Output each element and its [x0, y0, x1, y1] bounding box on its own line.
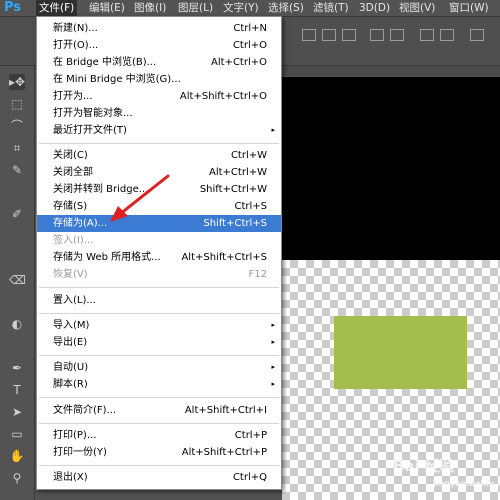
menu-item-file-info[interactable]: 文件简介(F)... Alt+Shift+Ctrl+I — [37, 402, 281, 419]
align-middle-icon[interactable] — [322, 29, 336, 41]
menu-item-import[interactable]: 导入(M) ▸ — [37, 317, 281, 334]
eraser-tool-icon[interactable]: ⌫ — [9, 272, 26, 288]
menu-separator — [39, 143, 279, 144]
menu-window[interactable]: 窗口(W) — [446, 0, 492, 16]
file-menu-dropdown: 新建(N)... Ctrl+N 打开(O)... Ctrl+O 在 Bridge 中… — [36, 16, 282, 490]
menu-item-save-for-web[interactable]: 存储为 Web 所用格式... Alt+Shift+Ctrl+S — [37, 249, 281, 266]
menu-image[interactable]: 图像(I) — [131, 0, 169, 16]
align-top-icon[interactable] — [302, 29, 316, 41]
menu-select[interactable]: 选择(S) — [265, 0, 307, 16]
marquee-tool-icon[interactable]: ⬚ — [9, 96, 25, 112]
menu-item-automate[interactable]: 自动(U) ▸ — [37, 359, 281, 376]
brush-tool-icon[interactable]: ✐ — [9, 206, 25, 222]
menu-layer[interactable]: 图层(L) — [175, 0, 216, 16]
menu-item-browse-bridge[interactable]: 在 Bridge 中浏览(B)... Alt+Ctrl+O — [37, 54, 281, 71]
watermark-subtext: jingyan.baidu.com — [433, 479, 500, 488]
eyedropper-tool-icon[interactable]: ✎ — [9, 162, 25, 178]
canvas-black-area[interactable] — [282, 77, 500, 260]
menu-item-revert: 恢复(V) F12 — [53, 269, 267, 280]
submenu-arrow-icon: ▸ — [271, 363, 275, 371]
menu-item-print[interactable]: 打印(P)... Ctrl+P — [37, 427, 281, 444]
submenu-arrow-icon: ▸ — [271, 321, 275, 329]
lasso-tool-icon[interactable]: ⌒ — [9, 118, 25, 134]
menu-separator — [39, 397, 279, 398]
menu-separator — [39, 287, 279, 288]
move-tool-icon[interactable]: ▸✥ — [9, 74, 25, 90]
menu-item-close-go-bridge[interactable]: 关闭并转到 Bridge... Shift+Ctrl+W — [37, 181, 281, 198]
submenu-arrow-icon: ▸ — [271, 380, 275, 388]
menu-item-browse-mini-bridge[interactable]: 在 Mini Bridge 中浏览(G)... — [37, 71, 281, 88]
menu-item-open[interactable]: 打开(O)... Ctrl+O — [37, 37, 281, 54]
menu-item-check-in: 签入(I)... — [53, 235, 94, 246]
submenu-arrow-icon: ▸ — [271, 338, 275, 346]
zoom-tool-icon[interactable]: ⚲ — [9, 470, 25, 486]
menu-item-save[interactable]: 存储(S) Ctrl+S — [37, 198, 281, 215]
distribute-right-icon[interactable] — [470, 29, 484, 41]
menu-3d[interactable]: 3D(D) — [356, 0, 393, 16]
type-tool-icon[interactable]: T — [9, 382, 25, 398]
menu-item-open-smart-object[interactable]: 打开为智能对象... — [37, 105, 281, 122]
menu-item-open-as[interactable]: 打开为... Alt+Shift+Ctrl+O — [37, 88, 281, 105]
pen-tool-icon[interactable]: ✒ — [9, 360, 25, 376]
menu-separator — [39, 423, 279, 424]
menu-item-exit[interactable]: 退出(X) Ctrl+Q — [37, 469, 281, 486]
menu-item-print-one-copy[interactable]: 打印一份(Y) Alt+Shift+Ctrl+P — [37, 444, 281, 461]
watermark-text: Bai 经验 — [393, 457, 455, 475]
menu-file[interactable]: 文件(F) — [36, 0, 78, 16]
rectangle-tool-icon[interactable]: ▭ — [9, 426, 25, 442]
menu-item-close-all[interactable]: 关闭全部 Alt+Ctrl+W — [37, 164, 281, 181]
menu-filter[interactable]: 滤镜(T) — [310, 0, 352, 16]
menu-item-new[interactable]: 新建(N)... Ctrl+N — [37, 20, 281, 37]
menu-view[interactable]: 视图(V) — [396, 0, 438, 16]
menu-item-recent-files[interactable]: 最近打开文件(T) ▸ — [37, 122, 281, 139]
align-bottom-icon[interactable] — [342, 29, 356, 41]
menu-item-scripts[interactable]: 脚本(R) ▸ — [37, 376, 281, 393]
menu-separator — [39, 313, 279, 314]
photoshop-logo: Ps — [4, 0, 22, 15]
tools-panel: ▸✥ ⬚ ⌒ ⌗ ✎ ✐ ⌫ ◐ ✒ T ➤ ▭ ✋ ⚲ — [0, 66, 35, 500]
dodge-tool-icon[interactable]: ◐ — [9, 316, 25, 332]
crop-tool-icon[interactable]: ⌗ — [9, 140, 25, 156]
menu-bar: Ps 文件(F) 编辑(E) 图像(I) 图层(L) 文字(Y) 选择(S) 滤… — [0, 0, 500, 17]
menu-item-export[interactable]: 导出(E) ▸ — [37, 334, 281, 351]
hand-tool-icon[interactable]: ✋ — [9, 448, 25, 464]
path-select-tool-icon[interactable]: ➤ — [9, 404, 25, 420]
submenu-arrow-icon: ▸ — [271, 126, 275, 134]
align-left-icon[interactable] — [370, 29, 384, 41]
align-center-icon[interactable] — [390, 29, 404, 41]
menu-item-place[interactable]: 置入(L)... — [37, 292, 281, 309]
distribute-center-icon[interactable] — [440, 29, 454, 41]
menu-separator — [39, 355, 279, 356]
menu-type[interactable]: 文字(Y) — [220, 0, 262, 16]
menu-item-close[interactable]: 关闭(C) Ctrl+W — [37, 147, 281, 164]
menu-item-save-as[interactable]: 存储为(A)... Shift+Ctrl+S — [37, 215, 281, 232]
baidu-watermark: Bai 经验 jingyan.baidu.com — [393, 455, 500, 495]
green-rectangle-shape[interactable] — [334, 316, 467, 389]
menu-separator — [39, 465, 279, 466]
distribute-left-icon[interactable] — [420, 29, 434, 41]
menu-edit[interactable]: 编辑(E) — [86, 0, 128, 16]
